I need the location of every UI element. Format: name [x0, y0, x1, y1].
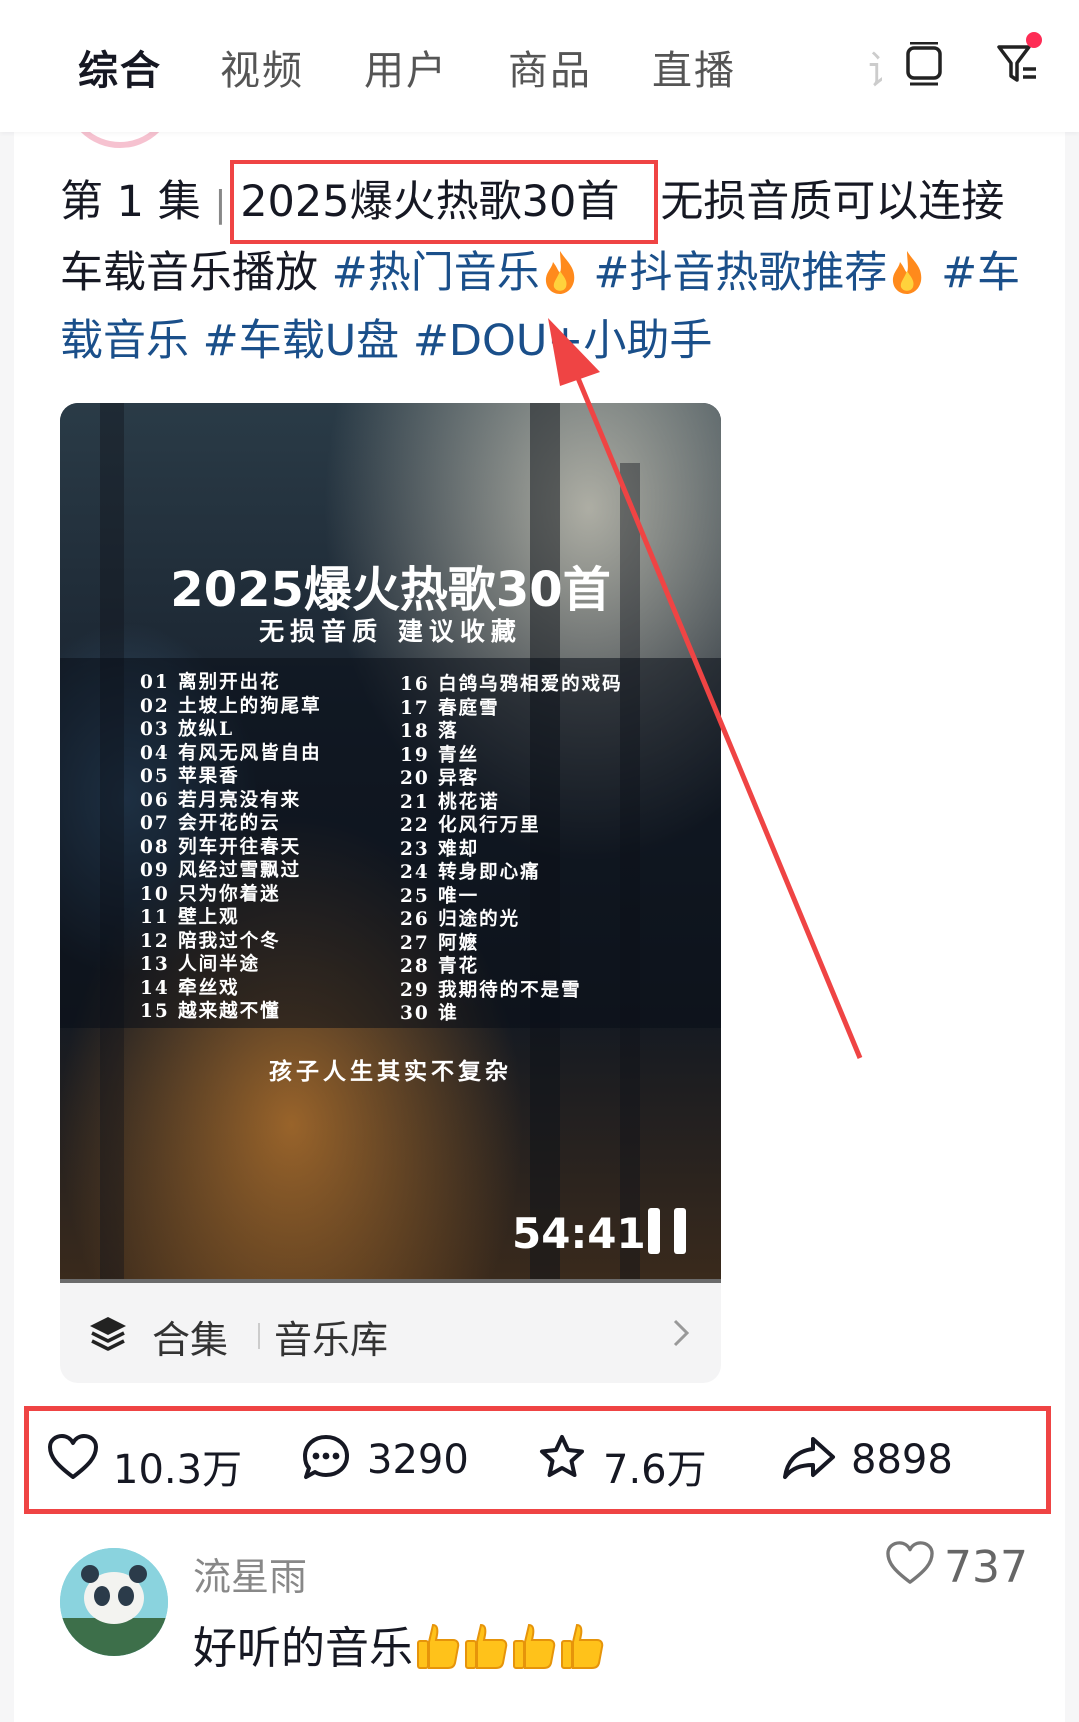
song-item: 22 化风行万里 — [400, 815, 541, 836]
like-count: 10.3万 — [113, 1447, 243, 1493]
collection-divider — [258, 1323, 260, 1349]
song-item: 20 异客 — [400, 768, 480, 789]
comment-button[interactable]: 3290 — [301, 1433, 469, 1489]
comment-icon — [303, 1435, 349, 1479]
collection-bar[interactable]: 合集 音乐库 — [60, 1283, 721, 1383]
hashtag-dou-plus[interactable]: #DOU+小助手 — [413, 316, 713, 366]
song-item: 10 只为你着迷 — [140, 883, 281, 905]
video-subtitle: 无损音质 建议收藏 — [259, 617, 522, 646]
song-item: 27 阿嬷 — [400, 932, 480, 954]
comment-text: 好听的音乐 — [193, 1612, 605, 1676]
song-item: 11 壁上观 — [140, 907, 240, 928]
song-item: 07 会开花的云 — [140, 813, 281, 834]
song-item: 08 列车开往春天 — [140, 836, 302, 858]
commenter-username[interactable]: 流星雨 — [193, 1546, 307, 1601]
share-count: 8898 — [851, 1437, 953, 1483]
song-item: 29 我期待的不是雪 — [400, 979, 582, 1001]
song-item: 28 青花 — [400, 956, 480, 977]
comment-count: 3290 — [367, 1437, 469, 1483]
song-item: 23 难却 — [400, 838, 480, 860]
hashtag-douyin-hits[interactable]: #抖音热歌推荐 — [593, 248, 887, 298]
song-item: 13 人间半途 — [140, 954, 261, 975]
thumbs-up-icon — [417, 1623, 460, 1669]
song-item: 16 白鸽乌鸦相爱的戏码 — [400, 674, 623, 695]
notification-dot — [1026, 32, 1042, 48]
song-item: 15 越来越不懂 — [140, 1001, 281, 1022]
right-gutter — [1065, 132, 1079, 1722]
collection-label: 合集 — [152, 1318, 229, 1362]
hashtag-car-usb[interactable]: #车载U盘 — [203, 316, 400, 366]
post-description: 第 1 集 | 2025爆火热歌30首 无损音质可以连接车载音乐播放 #热门音乐… — [60, 168, 1030, 375]
share-icon — [783, 1437, 835, 1479]
commenter-avatar[interactable] — [60, 1548, 168, 1656]
layers-icon — [90, 1317, 126, 1351]
favorite-count: 7.6万 — [603, 1447, 707, 1493]
star-icon — [540, 1435, 584, 1477]
tab-live[interactable]: 直播 — [652, 38, 736, 96]
tab-users[interactable]: 用户 — [364, 38, 448, 96]
device-icon[interactable] — [902, 42, 946, 86]
tab-products[interactable]: 商品 — [508, 38, 592, 96]
left-gutter — [0, 132, 14, 1722]
video-title: 2025爆火热歌30首 — [170, 562, 611, 618]
song-item: 06 若月亮没有来 — [140, 789, 302, 811]
song-item: 12 陪我过个冬 — [140, 930, 281, 952]
song-item: 09 风经过雪飘过 — [140, 860, 302, 881]
top-tab-bar: 综合 视频 用户 商品 直播 话 — [0, 0, 1079, 132]
comment-like-count: 737 — [944, 1542, 1028, 1593]
thumbs-up-icon — [561, 1623, 604, 1669]
action-bar: 10.3万 3290 7.6万 8898 — [24, 1406, 1051, 1514]
pause-icon[interactable] — [648, 1208, 690, 1254]
video-duration: 54:41 — [512, 1209, 646, 1258]
song-item: 19 青丝 — [400, 744, 480, 766]
episode-label: 第 1 集 — [60, 177, 201, 227]
song-item: 17 春庭雪 — [400, 697, 500, 719]
tab-topics[interactable]: 话 — [868, 38, 882, 96]
fire-icon — [893, 251, 922, 294]
song-item: 04 有风无风皆自由 — [140, 742, 322, 764]
post-title: 2025爆火热歌30首 — [240, 177, 620, 227]
like-button[interactable]: 10.3万 — [47, 1433, 242, 1493]
share-button[interactable]: 8898 — [781, 1433, 953, 1489]
song-item: 02 土坡上的狗尾草 — [140, 695, 322, 717]
thumbs-up-icon — [465, 1623, 508, 1669]
song-item: 18 落 — [400, 721, 459, 742]
title-separator: | — [214, 184, 227, 225]
video-footer-caption: 孩子人生其实不复杂 — [269, 1058, 512, 1085]
song-item: 01 离别开出花 — [140, 672, 281, 693]
song-item: 24 转身即心痛 — [400, 862, 541, 883]
comment-body: 好听的音乐 — [193, 1623, 413, 1674]
tab-video[interactable]: 视频 — [220, 38, 304, 96]
heart-icon — [48, 1434, 98, 1479]
song-item: 26 归途的光 — [400, 909, 521, 930]
comment-like-icon[interactable] — [885, 1540, 935, 1586]
hashtag-hot-music[interactable]: #热门音乐 — [332, 248, 540, 298]
song-item: 21 桃花诺 — [400, 791, 500, 813]
collection-name: 音乐库 — [274, 1318, 389, 1362]
filter-icon[interactable] — [996, 42, 1040, 86]
song-item: 30 谁 — [400, 1003, 459, 1024]
song-item: 14 牵丝戏 — [140, 977, 240, 999]
favorite-button[interactable]: 7.6万 — [537, 1433, 707, 1493]
chevron-right-icon — [673, 1319, 690, 1347]
thumbs-up-icon — [513, 1623, 556, 1669]
song-item: 25 唯一 — [400, 885, 480, 907]
song-item: 05 苹果香 — [140, 766, 240, 787]
song-item: 03 放纵L — [140, 719, 235, 740]
fire-icon — [545, 251, 574, 294]
tab-comprehensive[interactable]: 综合 — [78, 38, 162, 96]
